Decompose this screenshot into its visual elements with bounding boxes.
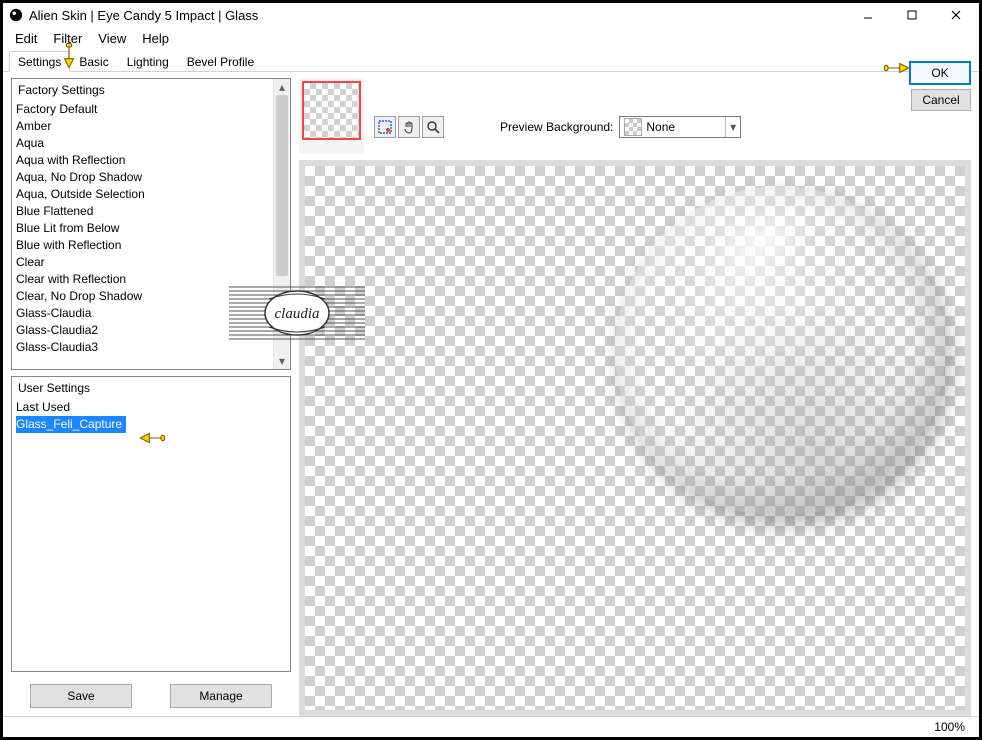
factory-item[interactable]: Aqua, Outside Selection (16, 186, 274, 203)
factory-item[interactable]: Aqua, No Drop Shadow (16, 169, 274, 186)
app-icon (9, 8, 23, 22)
menu-help[interactable]: Help (134, 29, 177, 48)
scroll-up-icon[interactable]: ▴ (274, 79, 290, 95)
menu-bar: Edit Filter View Help (3, 27, 979, 49)
user-settings-header: User Settings (16, 379, 290, 399)
factory-settings-list[interactable]: Factory Settings Factory DefaultAmberAqu… (11, 78, 291, 370)
factory-item[interactable]: Glass-Claudia (16, 305, 274, 322)
factory-item[interactable]: Blue Lit from Below (16, 220, 274, 237)
hand-tool-icon[interactable] (398, 116, 420, 138)
factory-settings-header: Factory Settings (16, 81, 274, 101)
tab-bevel[interactable]: Bevel Profile (178, 51, 263, 72)
factory-item[interactable]: Aqua with Reflection (16, 152, 274, 169)
user-item[interactable]: Last Used (16, 399, 290, 416)
factory-item[interactable]: Factory Default (16, 101, 274, 118)
glass-effect-preview (615, 186, 945, 516)
scroll-thumb[interactable] (276, 95, 288, 276)
factory-scrollbar[interactable]: ▴ ▾ (273, 79, 290, 369)
selection-pointer-icon (138, 429, 166, 450)
factory-item[interactable]: Blue Flattened (16, 203, 274, 220)
factory-item[interactable]: Amber (16, 118, 274, 135)
maximize-button[interactable] (891, 3, 933, 27)
factory-item[interactable]: Clear, No Drop Shadow (16, 288, 274, 305)
tab-lighting[interactable]: Lighting (118, 51, 178, 72)
zoom-level: 100% (934, 720, 965, 734)
close-button[interactable] (935, 3, 977, 27)
status-bar: 100% (3, 716, 979, 737)
factory-item[interactable]: Clear (16, 254, 274, 271)
ok-pointer-icon (883, 59, 911, 80)
minimize-button[interactable] (847, 3, 889, 27)
scroll-down-icon[interactable]: ▾ (274, 353, 290, 369)
menu-edit[interactable]: Edit (7, 29, 45, 48)
preview-background-select[interactable]: None ▾ (619, 116, 741, 138)
user-item[interactable]: Glass_Feli_Capture (16, 416, 126, 433)
menu-view[interactable]: View (90, 29, 134, 48)
user-settings-list[interactable]: User Settings Last UsedGlass_Feli_Captur… (11, 376, 291, 672)
title-bar: Alien Skin | Eye Candy 5 Impact | Glass (3, 3, 979, 27)
factory-item[interactable]: Clear with Reflection (16, 271, 274, 288)
navigator-thumbnail[interactable] (299, 78, 364, 154)
save-button[interactable]: Save (30, 684, 132, 708)
chevron-down-icon: ▾ (725, 117, 740, 137)
preview-background-label: Preview Background: (500, 120, 613, 134)
preview-canvas[interactable] (299, 160, 971, 716)
manage-button[interactable]: Manage (170, 684, 272, 708)
transparency-swatch-icon (624, 118, 642, 136)
factory-item[interactable]: Glass-Claudia3 (16, 339, 274, 356)
preview-background-value: None (646, 120, 725, 134)
zoom-tool-icon[interactable] (422, 116, 444, 138)
tab-strip: Settings Basic Lighting Bevel Profile (3, 49, 979, 72)
factory-item[interactable]: Glass-Claudia2 (16, 322, 274, 339)
factory-item[interactable]: Blue with Reflection (16, 237, 274, 254)
window-title: Alien Skin | Eye Candy 5 Impact | Glass (29, 8, 845, 23)
marquee-tool-icon[interactable] (374, 116, 396, 138)
ok-button[interactable]: OK (909, 61, 971, 85)
cancel-button[interactable]: Cancel (911, 89, 971, 111)
factory-item[interactable]: Aqua (16, 135, 274, 152)
filter-pointer-icon (55, 47, 83, 68)
